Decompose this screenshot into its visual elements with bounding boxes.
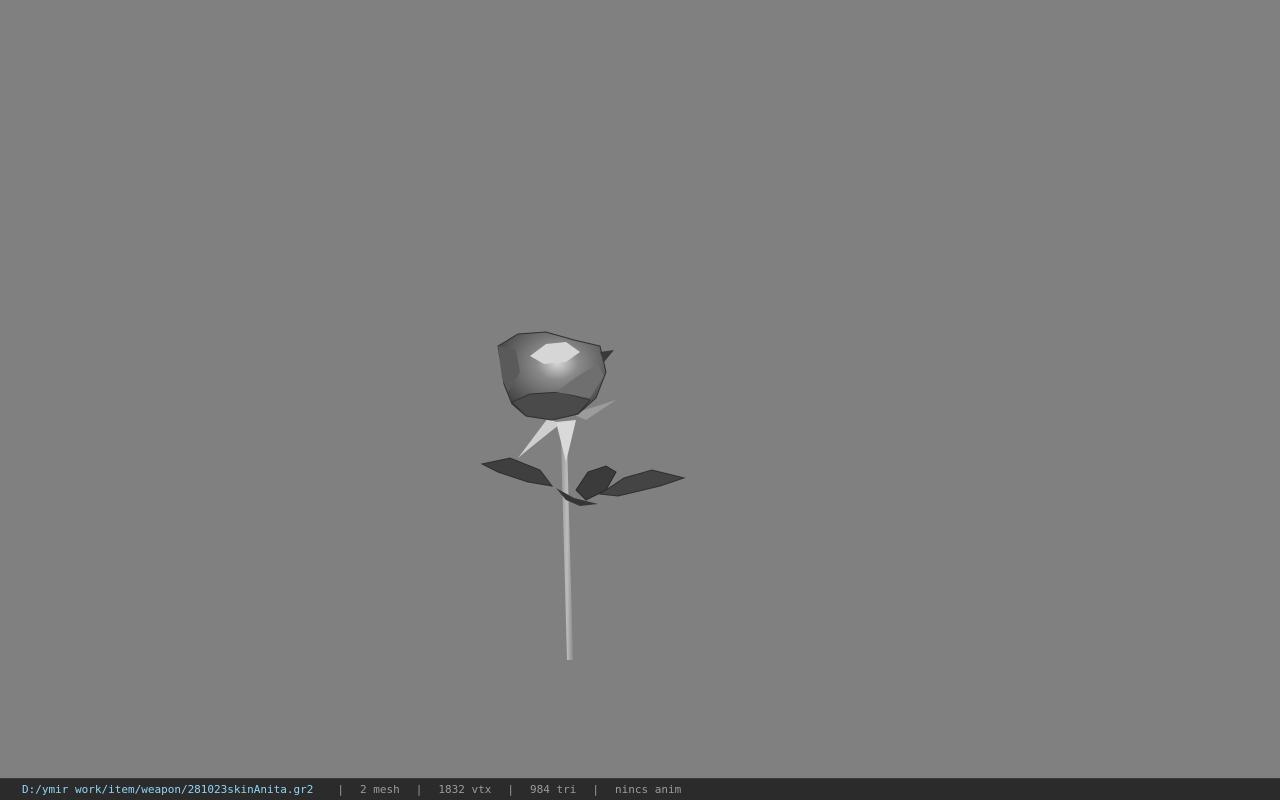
status-separator: | bbox=[592, 783, 599, 796]
status-bar: D:/ymir work/item/weapon/281023skinAnita… bbox=[0, 778, 1280, 800]
status-separator: | bbox=[337, 783, 345, 796]
status-file-path: D:/ymir work/item/weapon/281023skinAnita… bbox=[22, 783, 314, 796]
status-animation: nincs anim bbox=[615, 783, 682, 796]
status-vertex-count: 1832 vtx bbox=[438, 783, 492, 796]
status-mesh-count: 2 mesh bbox=[360, 783, 400, 796]
status-triangle-count: 984 tri bbox=[530, 783, 577, 796]
status-separator: | bbox=[415, 783, 423, 796]
status-separator: | bbox=[507, 783, 515, 796]
rose-stem bbox=[561, 440, 573, 660]
rose-leaf-left bbox=[480, 457, 554, 487]
rose-sepal-right bbox=[556, 420, 576, 462]
rose-sepal-left bbox=[518, 418, 560, 458]
model-viewport[interactable] bbox=[0, 0, 1280, 778]
rose-model bbox=[480, 331, 686, 660]
